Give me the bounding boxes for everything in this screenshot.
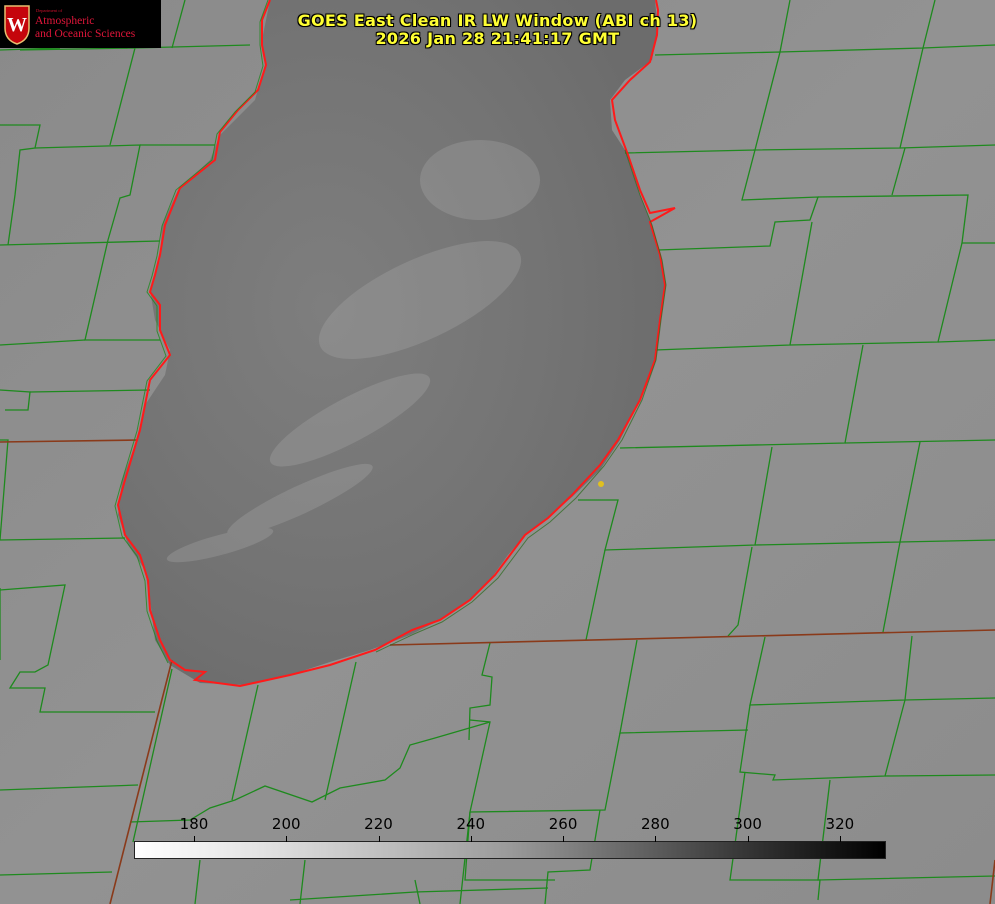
- colorbar-tick-label: 240: [456, 815, 486, 833]
- colorbar-tick-mark: [747, 836, 749, 842]
- logo-name-line2: and Oceanic Sciences: [35, 28, 136, 40]
- colorbar-tick-label: 300: [733, 815, 762, 833]
- logo-name-line1: Atmospheric: [35, 15, 95, 27]
- colorbar-tick-label: 180: [179, 815, 209, 833]
- colorbar-tick-mark: [470, 836, 472, 842]
- station-marker: [598, 481, 604, 487]
- colorbar-tick-label: 280: [640, 815, 670, 833]
- colorbar-tick-label: 220: [364, 815, 393, 833]
- satellite-map: GOES East Clean IR LW Window (ABI ch 13)…: [0, 0, 995, 904]
- ir-imagery-map: [0, 0, 995, 904]
- svg-text:W: W: [7, 14, 27, 36]
- colorbar-tick-mark: [563, 836, 565, 842]
- colorbar-tick-mark: [655, 836, 657, 842]
- aos-logo: W Department of Atmospheric and Oceanic …: [0, 0, 161, 48]
- colorbar-tick-label: 320: [825, 815, 855, 833]
- colorbar-tick-mark: [839, 836, 841, 842]
- colorbar-tick-mark: [286, 836, 288, 842]
- colorbar-tick-label: 260: [548, 815, 578, 833]
- logo-department: Department of: [36, 8, 63, 13]
- colorbar-tick-mark: [193, 836, 195, 842]
- uw-seal-icon: W: [4, 5, 30, 45]
- temperature-colorbar: [134, 841, 886, 859]
- colorbar-tick-label: 200: [271, 815, 301, 833]
- colorbar-tick-mark: [378, 836, 380, 842]
